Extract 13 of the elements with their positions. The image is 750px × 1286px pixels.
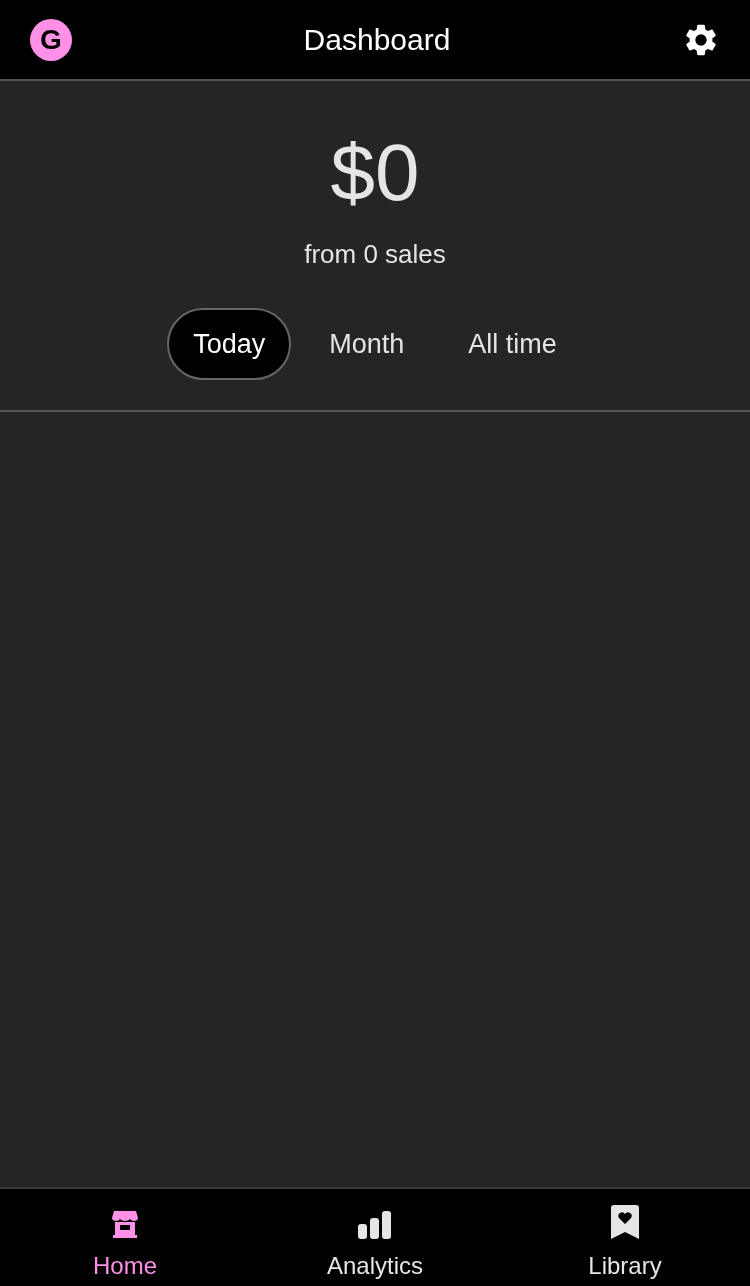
bar-chart-icon [357, 1210, 393, 1240]
period-tab[interactable]: Today [167, 308, 292, 380]
sales-caption: from 0 sales [304, 238, 446, 271]
period-tab[interactable]: All time [442, 308, 583, 380]
bookmark-heart-icon [610, 1204, 640, 1240]
nav-tab[interactable]: Analytics [250, 1189, 500, 1286]
logo[interactable]: G [30, 18, 72, 61]
store-icon [109, 1208, 141, 1240]
sales-amount: $0 [330, 133, 420, 213]
nav-tab[interactable]: Home [0, 1189, 250, 1286]
page-title: Dashboard [303, 22, 451, 58]
period-tab[interactable]: Month [303, 308, 431, 380]
nav-tab[interactable]: Library [500, 1189, 750, 1286]
